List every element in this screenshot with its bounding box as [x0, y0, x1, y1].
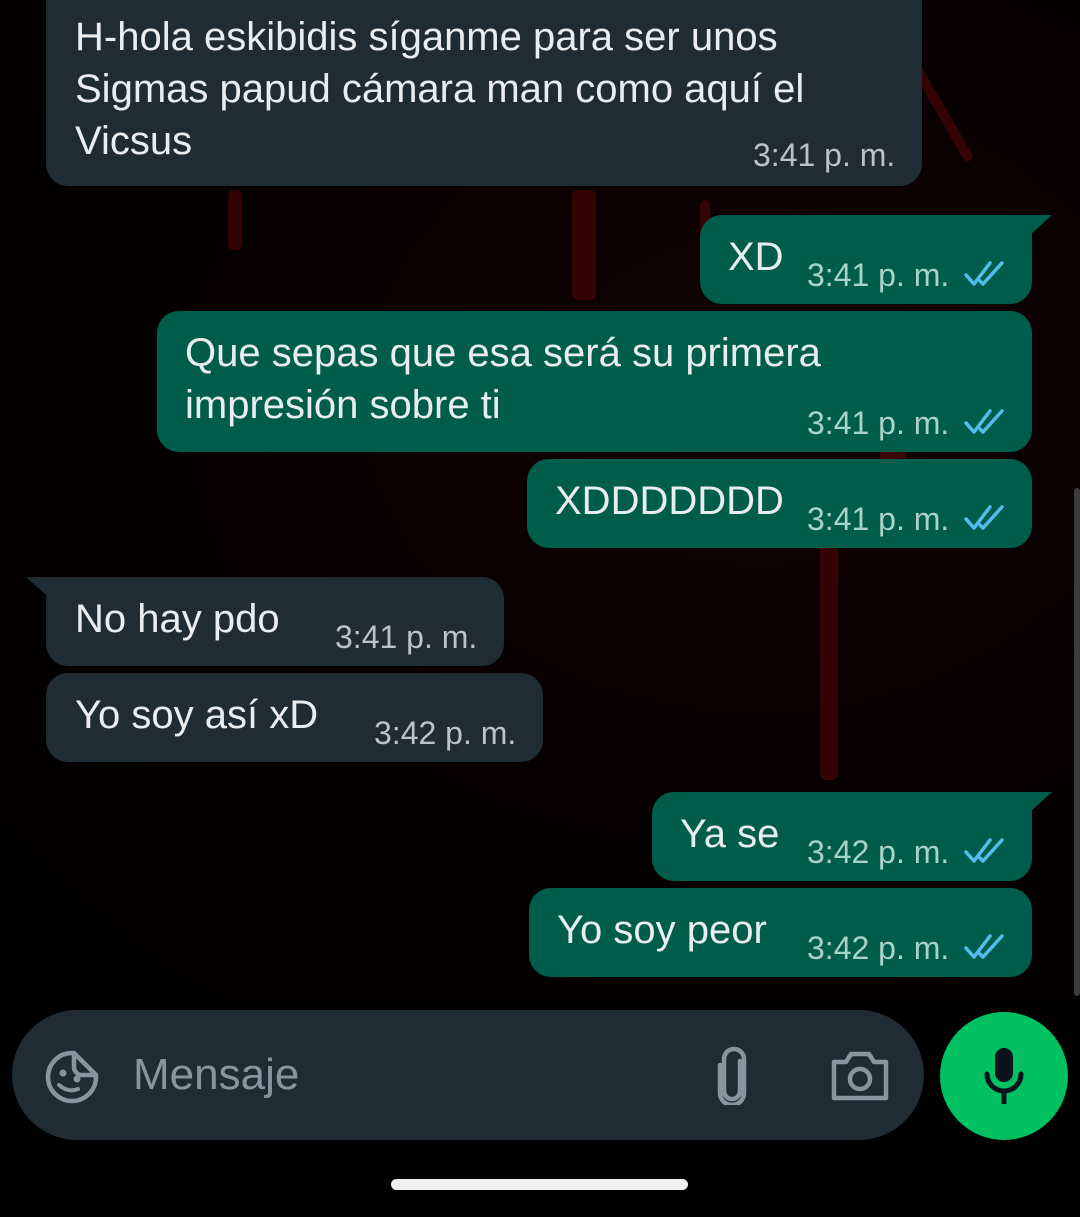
- message-text: Yo soy peor: [557, 908, 767, 952]
- chat-scrollbar[interactable]: [1074, 488, 1080, 996]
- message-text: No hay pdo: [75, 597, 280, 641]
- message-incoming[interactable]: No hay pdo 3:41 p. m.: [26, 577, 504, 666]
- message-outgoing[interactable]: Yo soy peor 3:42 p. m.: [529, 888, 1032, 977]
- home-indicator[interactable]: [391, 1179, 688, 1190]
- message-input[interactable]: Mensaje: [133, 1049, 299, 1101]
- read-receipt-icon: [964, 409, 1004, 434]
- message-time: 3:41 p. m.: [807, 501, 950, 537]
- message-time: 3:41 p. m.: [753, 137, 896, 173]
- message-text: H-hola eskibidis síganme para ser unos S…: [75, 15, 805, 163]
- paperclip-icon[interactable]: [709, 1045, 755, 1105]
- message-outgoing[interactable]: Ya se 3:42 p. m.: [652, 792, 1052, 881]
- message-input-bar[interactable]: Mensaje: [12, 1010, 924, 1140]
- message-time: 3:41 p. m.: [807, 257, 950, 293]
- message-text: Que sepas que esa será su primera impres…: [185, 331, 821, 427]
- sticker-icon[interactable]: [44, 1049, 100, 1105]
- message-text: XDDDDDDD: [555, 479, 784, 523]
- message-incoming[interactable]: Yo soy así xD 3:42 p. m.: [46, 673, 543, 762]
- message-outgoing[interactable]: Que sepas que esa será su primera impres…: [157, 311, 1032, 452]
- message-time: 3:42 p. m.: [374, 715, 517, 751]
- message-time: 3:41 p. m.: [807, 405, 950, 441]
- message-time: 3:42 p. m.: [807, 930, 950, 966]
- read-receipt-icon: [964, 261, 1004, 286]
- message-text: Yo soy así xD: [75, 693, 319, 737]
- message-text: Ya se: [680, 812, 780, 856]
- message-outgoing[interactable]: XDDDDDDD 3:41 p. m.: [527, 459, 1032, 548]
- camera-icon[interactable]: [830, 1050, 890, 1102]
- message-text: XD: [728, 235, 784, 279]
- message-time: 3:41 p. m.: [335, 619, 478, 655]
- read-receipt-icon: [964, 934, 1004, 959]
- message-time: 3:42 p. m.: [807, 834, 950, 870]
- microphone-icon: [984, 1048, 1024, 1104]
- voice-message-button[interactable]: [940, 1012, 1068, 1140]
- message-incoming[interactable]: H-hola eskibidis síganme para ser unos S…: [46, 0, 922, 186]
- read-receipt-icon: [964, 505, 1004, 530]
- read-receipt-icon: [964, 838, 1004, 863]
- message-outgoing[interactable]: XD 3:41 p. m.: [700, 215, 1052, 304]
